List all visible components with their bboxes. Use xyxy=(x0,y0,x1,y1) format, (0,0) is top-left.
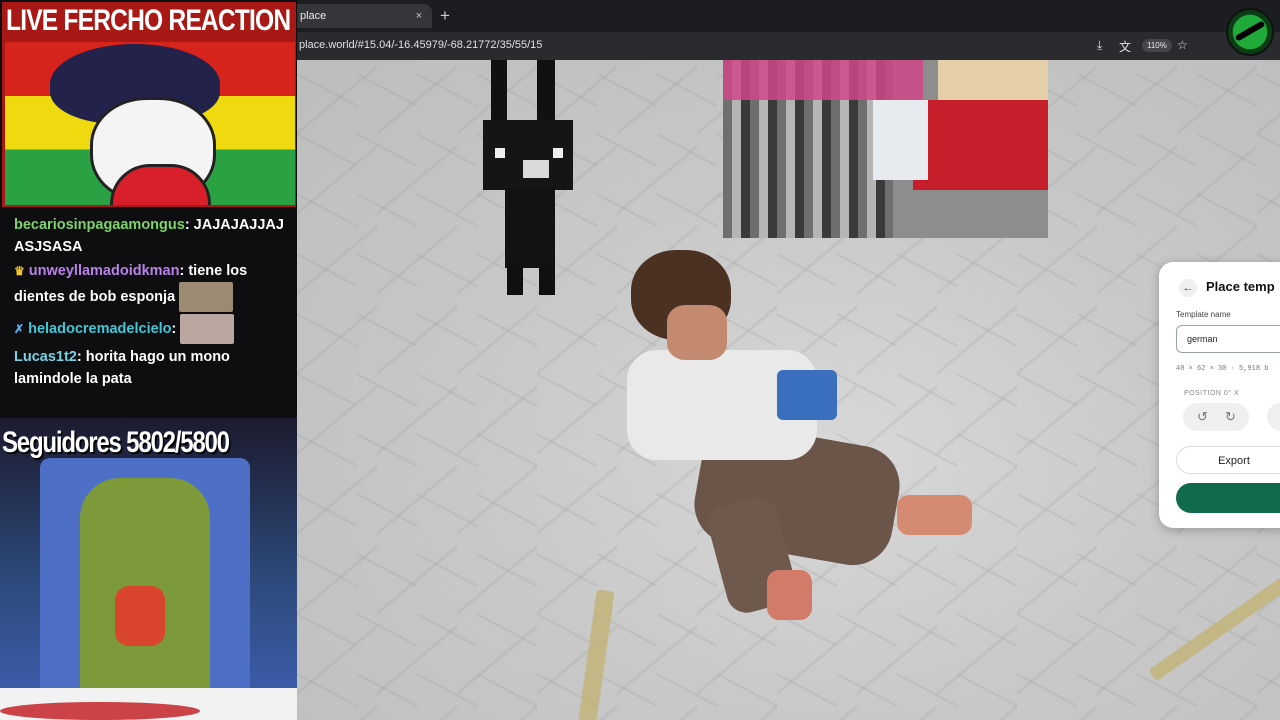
track-stripe xyxy=(80,478,210,688)
chat-username: heladocremadelcielo xyxy=(28,320,172,337)
overlay-bottom-strip xyxy=(0,688,297,720)
template-name-label: Template name xyxy=(1176,310,1231,319)
chat-text: : xyxy=(171,320,177,337)
rotation-controls: ↺ ↻ xyxy=(1183,403,1249,431)
subway-surfers-video: Seguidores 5802/5800 xyxy=(0,418,297,688)
chat-message: becariosinpagaamongus: JAJAJAJJAJ ASJSAS… xyxy=(14,214,289,258)
back-arrow-icon[interactable]: ← xyxy=(1179,279,1197,297)
chat-message: ♛ unweyllamadoidkman: tiene los dientes … xyxy=(14,260,289,312)
person-voxel-sculpture xyxy=(627,250,987,630)
panel-title: Place temp xyxy=(1206,279,1275,294)
zoom-indicator[interactable]: 110% xyxy=(1142,39,1172,52)
position-stepper[interactable] xyxy=(1267,403,1280,431)
chat-username: unweyllamadoidkman xyxy=(28,263,180,279)
bookmark-star-icon[interactable]: ☆ xyxy=(1177,38,1188,52)
url-field[interactable]: place.world/#15.04/-16.45979/-68.21772/3… xyxy=(299,39,542,51)
install-app-icon[interactable]: ⤓ xyxy=(1097,38,1102,53)
reaction-banner: LIVE FERCHO REACTION xyxy=(2,2,296,207)
new-tab-button[interactable]: + xyxy=(440,5,450,27)
streamer-avatar-image xyxy=(5,42,295,205)
chat-username: Lucas1t2 xyxy=(14,349,77,365)
rotate-right-icon[interactable]: ↻ xyxy=(1225,409,1236,425)
stream-overlay: LIVE FERCHO REACTION becariosinpagaamong… xyxy=(0,0,297,720)
template-dimensions: 40 × 62 × 30 · 5,918 b xyxy=(1176,365,1269,373)
bunny-voxel-sculpture xyxy=(483,60,578,300)
chat-username: becariosinpagaamongus xyxy=(14,217,185,233)
close-tab-icon[interactable]: × xyxy=(416,4,422,28)
primary-action-button[interactable] xyxy=(1176,483,1280,513)
followers-counter: Seguidores 5802/5800 xyxy=(2,426,230,459)
emote-image xyxy=(180,314,235,344)
voxel-world-canvas[interactable] xyxy=(297,60,1280,720)
template-name-input[interactable]: german xyxy=(1176,325,1280,353)
emote-image xyxy=(179,282,234,312)
chat-feed: becariosinpagaamongus: JAJAJAJJAJ ASJSAS… xyxy=(14,214,289,392)
banner-title: LIVE FERCHO REACTION xyxy=(6,4,291,37)
crown-badge-icon: ♛ xyxy=(14,264,25,278)
place-template-panel: ← Place temp Template name german 40 × 6… xyxy=(1159,262,1280,528)
position-label: POSITION 0° X xyxy=(1184,390,1240,397)
pixel-mosaic-wall xyxy=(723,60,1048,238)
channel-logo-icon xyxy=(1226,8,1274,56)
export-button[interactable]: Export xyxy=(1176,446,1280,474)
tab-title: place xyxy=(300,10,327,22)
runner-character xyxy=(115,586,165,646)
tab-place[interactable]: place × xyxy=(292,4,432,28)
rotate-left-icon[interactable]: ↺ xyxy=(1197,409,1208,425)
chat-message: Lucas1t2: horita hago un mono lamindole … xyxy=(14,346,289,390)
sword-badge-icon: ✗ xyxy=(14,321,25,336)
chat-message: ✗ heladocremadelcielo: xyxy=(14,314,289,344)
translate-icon[interactable]: 文 xyxy=(1119,38,1131,55)
